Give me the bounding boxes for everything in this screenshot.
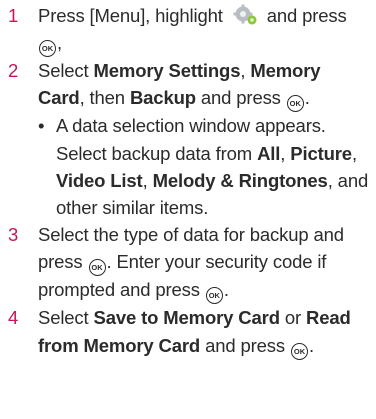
step-text: and press xyxy=(205,334,285,356)
data-option: Picture xyxy=(290,142,352,164)
menu-option: Save to Memory Card xyxy=(93,307,280,329)
bullet-text: , xyxy=(280,142,286,164)
menu-option: Backup xyxy=(129,87,196,109)
data-option: All xyxy=(257,142,281,164)
bullet-text: , xyxy=(142,169,148,191)
step-text: and press xyxy=(200,87,281,109)
step-text: . xyxy=(304,87,310,109)
step-number: 4 xyxy=(8,307,19,329)
step-text: , xyxy=(57,32,62,54)
bullet-text: , xyxy=(351,142,357,164)
menu-option: Memory Settings xyxy=(93,60,241,82)
step-text: and press xyxy=(266,5,347,26)
ok-key-icon: OK xyxy=(286,95,304,113)
step-text: , xyxy=(240,60,246,82)
ok-key-icon: OK xyxy=(205,287,223,305)
step-text: , then xyxy=(79,87,126,109)
ok-key-icon: OK xyxy=(290,342,308,360)
sub-bullet: • A data selection window appears. Selec… xyxy=(38,112,370,221)
step-number: 3 xyxy=(8,224,19,246)
step-number: 1 xyxy=(8,5,19,26)
step-2: 2 Select Memory Settings, Memory Card, t… xyxy=(0,57,376,221)
data-option: Melody & Ringtones xyxy=(152,169,328,191)
ok-key-icon: OK xyxy=(39,40,56,58)
step-4: 4 Select Save to Memory Card or Read fro… xyxy=(0,304,376,360)
step-text: . xyxy=(223,279,229,301)
step-text: Select xyxy=(38,60,89,82)
settings-gear-icon xyxy=(232,4,258,26)
step-1: 1 Press [Menu], highlight and press OK, xyxy=(0,2,376,58)
bullet-dot-icon: • xyxy=(38,115,45,137)
step-number: 2 xyxy=(8,60,19,82)
step-text: Press [Menu], highlight xyxy=(38,5,223,26)
instruction-list: 1 Press [Menu], highlight and press OK , … xyxy=(0,0,376,360)
step-text: Select xyxy=(38,307,89,329)
bullet-text: A data selection window appears. Select … xyxy=(56,115,326,164)
data-option: Video List xyxy=(56,169,143,191)
ok-key-icon: OK xyxy=(88,259,106,277)
step-3: 3 Select the type of data for backup and… xyxy=(0,221,376,305)
step-text: . xyxy=(308,334,314,356)
step-text: or xyxy=(284,307,302,329)
